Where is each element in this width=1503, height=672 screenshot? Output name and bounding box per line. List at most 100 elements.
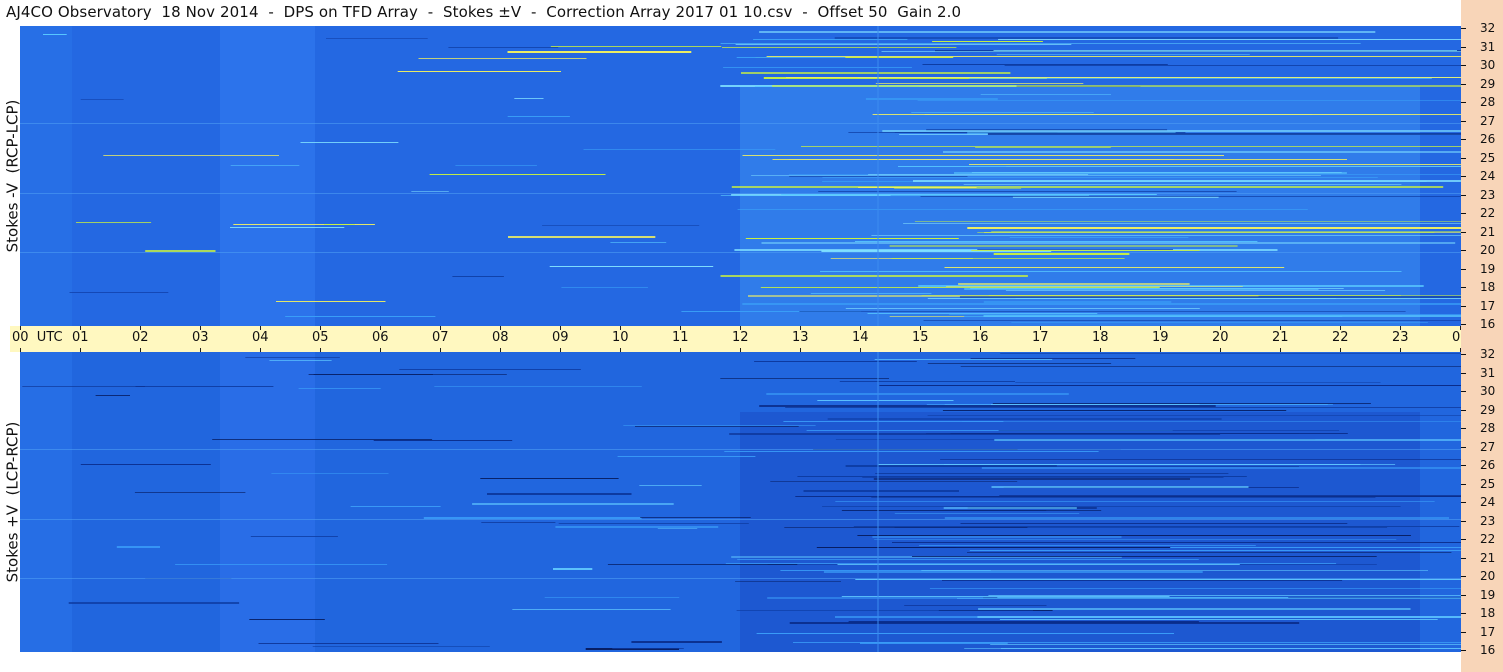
signal-stripe <box>723 67 912 68</box>
signal-stripe <box>512 609 671 610</box>
frequency-label: 21 <box>1480 224 1496 239</box>
signal-stripe <box>932 41 1043 42</box>
signal-stripe <box>981 467 1461 469</box>
frequency-label: 20 <box>1480 569 1496 583</box>
signal-stripe <box>878 464 1361 465</box>
frequency-label: 29 <box>1480 76 1496 91</box>
frequency-label: 32 <box>1480 21 1496 35</box>
signal-stripe <box>971 250 1200 251</box>
interference-line <box>20 123 1461 124</box>
signal-stripe <box>873 478 1190 480</box>
signal-stripe <box>1001 648 1461 649</box>
signal-stripe <box>135 386 274 387</box>
signal-stripe <box>871 235 1461 236</box>
time-tick <box>1160 326 1161 330</box>
signal-stripe <box>967 552 1452 553</box>
signal-stripe <box>722 47 957 48</box>
signal-stripe <box>448 47 559 48</box>
signal-stripe <box>917 100 1461 101</box>
signal-stripe <box>80 464 211 465</box>
frequency-tick <box>1461 176 1466 177</box>
frequency-label: 21 <box>1480 550 1496 565</box>
signal-stripe <box>508 236 656 238</box>
signal-stripe <box>230 227 345 228</box>
signal-stripe <box>871 497 1376 498</box>
signal-stripe <box>927 298 1461 299</box>
frequency-tick <box>1461 305 1466 307</box>
signal-stripe <box>977 232 1435 233</box>
signal-stripe <box>542 225 700 226</box>
signal-stripe <box>803 490 959 492</box>
signal-stripe <box>827 418 1222 420</box>
interference-line <box>20 449 1461 450</box>
frequency-axis: 32 31 30 29 28 27 26 25 24 23 22 21 20 19 18 17 16 32 31 3… <box>1461 0 1503 672</box>
frequency-axis-bottom: 32 31 30 29 28 27 26 25 24 23 22 21 20 19 18 17 16 <box>1461 348 1503 656</box>
frequency-tick <box>1461 483 1466 485</box>
signal-stripe <box>145 250 216 252</box>
frequency-tick <box>1461 613 1466 614</box>
frequency-tick <box>1461 428 1466 429</box>
signal-stripe <box>865 98 998 100</box>
time-tick <box>800 326 801 330</box>
time-tick <box>1280 326 1281 330</box>
frequency-label: 16 <box>1480 643 1496 657</box>
time-label: 19 <box>1152 330 1169 345</box>
signal-stripe <box>980 94 1111 95</box>
time-tick <box>320 326 321 330</box>
time-tick <box>80 326 81 330</box>
time-label: 09 <box>552 330 569 345</box>
signal-stripe <box>921 570 1428 571</box>
signal-stripe <box>993 253 1130 255</box>
frequency-label: 26 <box>1480 132 1496 146</box>
signal-stripe <box>480 478 619 479</box>
signal-stripe <box>481 522 556 523</box>
band <box>20 26 72 326</box>
signal-stripe <box>894 513 1080 514</box>
signal-stripe <box>116 546 160 548</box>
band <box>220 26 315 326</box>
signal-stripe <box>892 542 1461 543</box>
time-tick <box>20 326 21 330</box>
frequency-tick <box>1461 650 1466 651</box>
signal-stripe <box>921 295 1401 296</box>
time-label: 07 <box>432 330 449 345</box>
signal-stripe <box>874 359 1053 360</box>
signal-stripe <box>1000 353 1461 354</box>
frequency-label: 22 <box>1480 532 1496 546</box>
frequency-tick <box>1461 28 1466 29</box>
signal-stripe <box>555 526 719 528</box>
time-label: 10 <box>612 330 629 345</box>
signal-stripe <box>967 227 1461 229</box>
signal-stripe <box>857 535 1411 536</box>
signal-stripe <box>766 56 1461 57</box>
signal-stripe <box>550 46 722 47</box>
signal-stripe <box>1005 290 1386 291</box>
signal-stripe <box>772 85 1461 87</box>
signal-stripe <box>736 57 846 58</box>
signal-stripe <box>300 142 399 143</box>
signal-stripe <box>741 72 1011 74</box>
signal-stripe <box>754 361 917 362</box>
signal-stripe <box>999 495 1461 496</box>
signal-stripe <box>785 407 1461 408</box>
interference-line <box>20 519 1461 520</box>
time-label: 08 <box>492 330 509 345</box>
signal-stripe <box>891 258 1125 259</box>
time-label: 06 <box>372 330 389 345</box>
frequency-label: 17 <box>1480 298 1496 313</box>
time-tick <box>440 326 441 330</box>
vertical-trace <box>877 352 879 652</box>
signal-stripe <box>781 194 1157 195</box>
signal-stripe <box>635 426 799 427</box>
signal-stripe <box>839 381 1015 382</box>
frequency-tick <box>1461 594 1466 596</box>
signal-stripe <box>964 288 1319 290</box>
vertical-trace <box>877 26 879 326</box>
signal-stripe <box>991 404 1200 405</box>
time-tick <box>140 326 141 330</box>
signal-stripe <box>487 493 632 495</box>
frequency-label: 18 <box>1480 606 1496 620</box>
signal-stripe <box>977 249 1173 250</box>
time-label: 18 <box>1092 330 1109 345</box>
signal-stripe <box>904 605 1047 606</box>
